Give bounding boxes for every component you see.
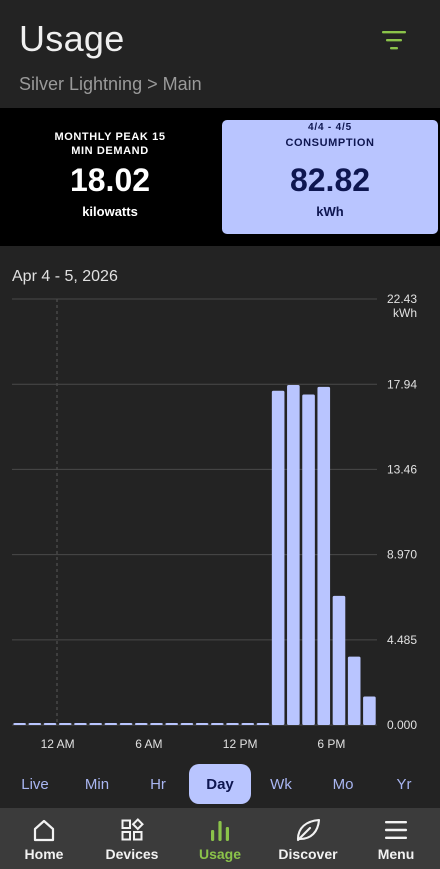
bar (211, 723, 224, 725)
bar (58, 723, 72, 725)
nav-home[interactable]: Home (0, 808, 88, 869)
filter-button[interactable] (375, 22, 413, 58)
bar (28, 723, 42, 725)
bar (74, 723, 87, 725)
nav-menu-label: Menu (377, 846, 415, 862)
nav-usage[interactable]: Usage (176, 808, 264, 869)
peak-demand-card[interactable]: MONTHLY PEAK 15 MIN DEMAND 18.02 kilowat… (12, 120, 208, 234)
bar (104, 723, 118, 725)
period-selector: Live Min Hr Day Wk Mo Yr (0, 764, 440, 804)
period-day[interactable]: Day (189, 764, 251, 804)
y-tick-label: 17.94 (387, 377, 417, 391)
peak-demand-unit: kilowatts (82, 204, 138, 219)
y-tick-label: 22.43 (387, 292, 417, 306)
bar (89, 723, 102, 725)
bar (256, 723, 270, 725)
bar (180, 723, 194, 725)
bar (150, 723, 163, 725)
nav-home-label: Home (24, 846, 64, 862)
y-tick-label: 0.000 (387, 718, 417, 732)
date-range: Apr 4 - 5, 2026 (12, 268, 118, 285)
period-mo[interactable]: Mo (312, 764, 374, 804)
consumption-label: CONSUMPTION (285, 137, 375, 149)
y-tick-label: 4.485 (387, 633, 417, 647)
bar (241, 723, 255, 725)
x-tick-label: 12 AM (41, 737, 75, 751)
x-tick-label: 12 PM (223, 737, 258, 751)
bar (271, 390, 285, 725)
breadcrumb: Silver Lightning > Main (19, 74, 202, 94)
usage-icon (211, 821, 229, 841)
menu-icon (385, 821, 407, 839)
x-tick-label: 6 AM (135, 737, 162, 751)
home-icon (33, 819, 55, 842)
y-tick-label: 13.46 (387, 462, 417, 476)
header: Usage Silver Lightning > Main (0, 0, 440, 108)
usage-bar-chart[interactable]: 0.000 4.485 8.970 13.46 17.94 22.43kWh 12 AM 6 … (0, 290, 440, 756)
bar (13, 723, 26, 725)
bar (347, 656, 361, 725)
x-tick-label: 6 PM (317, 737, 345, 751)
nav-usage-label: Usage (198, 846, 242, 862)
bar (165, 723, 178, 725)
peak-demand-label: MONTHLY PEAK 15 MIN DEMAND (54, 131, 166, 157)
period-yr[interactable]: Yr (373, 764, 435, 804)
nav-devices-label: Devices (105, 846, 159, 862)
bar (195, 723, 209, 725)
bar (134, 723, 148, 725)
leaf-icon (296, 818, 321, 842)
bottom-nav: Home Devices Usage Discover Menu (0, 808, 440, 869)
consumption-card[interactable]: 4/4 - 4/5 CONSUMPTION 82.82 kWh (222, 120, 438, 234)
bar (332, 595, 346, 725)
bar (363, 696, 376, 725)
y-tick-label: 8.970 (387, 548, 417, 562)
summary-cards: MONTHLY PEAK 15 MIN DEMAND 18.02 kilowat… (0, 108, 440, 246)
y-axis-unit: kWh (393, 306, 417, 320)
bar (302, 394, 315, 725)
consumption-range: 4/4 - 4/5 (308, 122, 352, 133)
period-min[interactable]: Min (66, 764, 128, 804)
period-live[interactable]: Live (4, 764, 66, 804)
peak-demand-value: 18.02 (69, 162, 151, 198)
nav-discover-label: Discover (278, 846, 338, 862)
bar (317, 386, 331, 725)
period-hr[interactable]: Hr (127, 764, 189, 804)
bar (119, 723, 133, 725)
filter-icon (382, 31, 406, 50)
bar (43, 723, 57, 725)
period-wk[interactable]: Wk (250, 764, 312, 804)
nav-discover[interactable]: Discover (264, 808, 352, 869)
page-title: Usage (19, 18, 125, 59)
nav-devices[interactable]: Devices (88, 808, 176, 869)
consumption-unit: kWh (316, 204, 344, 219)
devices-icon (121, 818, 144, 841)
bar (226, 723, 239, 725)
bar (287, 385, 300, 725)
consumption-value: 82.82 (289, 162, 371, 198)
nav-menu[interactable]: Menu (352, 808, 440, 869)
